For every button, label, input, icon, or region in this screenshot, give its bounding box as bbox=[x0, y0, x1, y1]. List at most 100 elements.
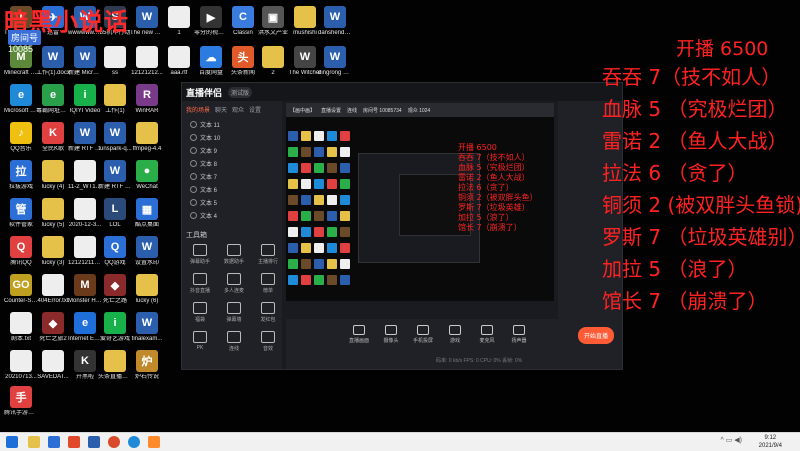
tool-button[interactable]: 弹幕助手 bbox=[184, 244, 216, 265]
desktop-icon[interactable]: SAVEDAT... bbox=[36, 350, 70, 381]
desktop-icon[interactable]: ◆ 死亡之旅2 bbox=[36, 312, 70, 343]
desktop-icon[interactable]: 炉炉石传说 bbox=[130, 350, 164, 381]
edge-icon[interactable] bbox=[128, 436, 140, 448]
desktop-icon[interactable]: ffmpeg-4.4 bbox=[130, 122, 164, 153]
control-button[interactable]: 游戏 bbox=[442, 325, 468, 344]
desktop-icon[interactable]: lucky (4) bbox=[36, 160, 70, 191]
desktop-icon[interactable]: Wdingrong 2 xinyuansducs bbox=[318, 46, 352, 77]
desktop-icon[interactable]: W 设置水印 bbox=[130, 236, 164, 267]
scene-item[interactable]: 文本 5 bbox=[182, 196, 282, 209]
desktop-icon[interactable]: 头条直播工具 bbox=[98, 350, 132, 381]
live-companion-window[interactable]: 直播伴侣 测试版 我的场景 聊天 观众 设置 文本 11 文本 10 文本 9 文本 8 文本… bbox=[181, 82, 623, 370]
desktop-icon[interactable]: e Internet Explorer bbox=[68, 312, 102, 343]
desktop-icon[interactable]: K 开黑啦 bbox=[68, 350, 102, 381]
desktop-icon[interactable]: L LOL bbox=[98, 198, 132, 229]
office-icon[interactable] bbox=[68, 436, 80, 448]
eye-icon[interactable] bbox=[190, 212, 197, 219]
desktop-icon[interactable]: Wdanshendocx bbox=[318, 6, 352, 37]
eye-icon[interactable] bbox=[190, 121, 197, 128]
desktop-icon[interactable]: M Monster Hunter... bbox=[68, 274, 102, 305]
scene-tab[interactable]: 聊天 bbox=[215, 105, 227, 114]
control-button[interactable]: 手机投屏 bbox=[410, 325, 436, 344]
desktop-icon[interactable]: C Classin bbox=[226, 6, 260, 37]
desktop-icon[interactable]: 剧本.txt bbox=[4, 312, 38, 343]
desktop-icon[interactable]: 2 bbox=[256, 46, 290, 77]
scene-item[interactable]: 文本 9 bbox=[182, 144, 282, 157]
desktop-icon[interactable]: W 新建 RTF 文本文档 bbox=[98, 160, 132, 191]
desktop-icon[interactable]: ▣ 洪水文产业 bbox=[256, 6, 290, 37]
desktop-icon[interactable]: ● WeChat bbox=[130, 160, 164, 191]
tray-icons[interactable]: ^ ▭ ◀) bbox=[720, 436, 742, 444]
tool-button[interactable]: PK bbox=[184, 331, 216, 352]
tool-button[interactable]: 抖音直播 bbox=[184, 273, 216, 294]
scene-item[interactable]: 文本 4 bbox=[182, 209, 282, 222]
eye-icon[interactable] bbox=[190, 147, 197, 154]
app-title-bar[interactable]: 直播伴侣 测试版 bbox=[182, 83, 622, 101]
desktop-icon[interactable]: Q QQ游戏 bbox=[98, 236, 132, 267]
desktop-icon[interactable]: 11-2_WT1_... bbox=[68, 160, 102, 191]
tool-button[interactable]: 连线 bbox=[218, 331, 250, 352]
desktop-icon[interactable]: ◆ 死亡之路 bbox=[98, 274, 132, 305]
folder-icon[interactable] bbox=[28, 436, 40, 448]
scene-item[interactable]: 文本 11 bbox=[182, 118, 282, 131]
word-icon[interactable] bbox=[88, 436, 100, 448]
tool-button[interactable]: 主播排行 bbox=[252, 244, 284, 265]
control-button[interactable]: 麦克风 bbox=[474, 325, 500, 344]
tool-button[interactable]: 多人连麦 bbox=[218, 273, 250, 294]
desktop-icon[interactable]: W 工作(1).docx bbox=[36, 46, 70, 77]
desktop-icon[interactable]: lucky (3) bbox=[36, 236, 70, 267]
desktop-icon[interactable]: 管软件管家 bbox=[4, 198, 38, 229]
preview-bar-item[interactable]: 房间号 10085734 bbox=[363, 107, 402, 114]
start-live-button[interactable]: 开始直播 bbox=[577, 327, 614, 344]
eye-icon[interactable] bbox=[190, 199, 197, 206]
scene-tab[interactable]: 观众 bbox=[232, 105, 244, 114]
desktop-icon[interactable]: 12121212... bbox=[130, 46, 164, 77]
desktop-icon[interactable]: ▦ 酷点桌面 bbox=[130, 198, 164, 229]
desktop-icon[interactable]: 2020-12-3... bbox=[68, 198, 102, 229]
desktop-icon[interactable]: aaa.rtf bbox=[162, 46, 196, 77]
desktop-icon[interactable]: lucky (5) bbox=[36, 198, 70, 229]
eye-icon[interactable] bbox=[190, 134, 197, 141]
desktop-icon[interactable]: lucky (6) bbox=[130, 274, 164, 305]
desktop-icon[interactable]: W The new green rev... bbox=[130, 6, 164, 37]
desktop-icon[interactable]: R WinRAR bbox=[130, 84, 164, 115]
desktop-icon[interactable]: 20210713... bbox=[4, 350, 38, 381]
scene-tab[interactable]: 我的场景 bbox=[186, 105, 210, 114]
scene-tab[interactable]: 设置 bbox=[249, 105, 261, 114]
desktop-icon[interactable]: e 毒霸网址大全 bbox=[36, 84, 70, 115]
chrome-icon[interactable] bbox=[108, 436, 120, 448]
live-app-icon[interactable] bbox=[148, 436, 160, 448]
stream-preview[interactable]: 【画中画】 直播设置 连线 房间号 10085734 观众 1024 开播 6500 吞吞… bbox=[286, 103, 554, 301]
desktop-icon[interactable]: Q 腾讯QQ bbox=[4, 236, 38, 267]
start-icon[interactable] bbox=[6, 436, 18, 448]
desktop-icon[interactable]: mushishi bbox=[288, 6, 322, 37]
desktop-icon[interactable]: 121212112... bbox=[68, 236, 102, 267]
desktop-icon[interactable]: 手腾讯手游助手 bbox=[4, 386, 38, 417]
desktop-icon[interactable]: K 全民K歌 bbox=[36, 122, 70, 153]
tool-button[interactable]: 弹幕墙 bbox=[218, 302, 250, 323]
scene-item[interactable]: 文本 10 bbox=[182, 131, 282, 144]
desktop-icon[interactable]: ss bbox=[98, 46, 132, 77]
desktop-icon[interactable]: e Microsoft Edge bbox=[4, 84, 38, 115]
preview-bar-item[interactable]: 【画中画】 bbox=[290, 107, 315, 114]
desktop-icon[interactable]: ♪ QQ音乐 bbox=[4, 122, 38, 153]
desktop-icon[interactable]: 拉拉拔游戏 bbox=[4, 160, 38, 191]
tool-button[interactable]: 音效 bbox=[252, 331, 284, 352]
tool-button[interactable]: 福袋 bbox=[184, 302, 216, 323]
desktop-icon[interactable]: 头头条新闻 bbox=[226, 46, 260, 77]
tool-button[interactable]: 数据助手 bbox=[218, 244, 250, 265]
preview-bar-item[interactable]: 观众 1024 bbox=[408, 107, 431, 114]
desktop-icon[interactable]: ▶ 零分的视频实录.mp4 bbox=[194, 6, 228, 37]
tool-button[interactable]: 榜单 bbox=[252, 273, 284, 294]
scene-item[interactable]: 文本 7 bbox=[182, 170, 282, 183]
desktop-icon[interactable]: W The Witcher bbox=[288, 46, 322, 77]
desktop-icon[interactable]: W 新建 Microsoft ... bbox=[68, 46, 102, 77]
eye-icon[interactable] bbox=[190, 186, 197, 193]
preview-bar-item[interactable]: 直播设置 bbox=[321, 107, 341, 114]
desktop-icon[interactable]: ☁ 百度网盘 bbox=[194, 46, 228, 77]
tool-button[interactable]: 发红包 bbox=[252, 302, 284, 323]
eye-icon[interactable] bbox=[190, 173, 197, 180]
preview-bar-item[interactable]: 连线 bbox=[347, 107, 357, 114]
control-button[interactable]: 直播画面 bbox=[346, 325, 372, 344]
eye-icon[interactable] bbox=[190, 160, 197, 167]
